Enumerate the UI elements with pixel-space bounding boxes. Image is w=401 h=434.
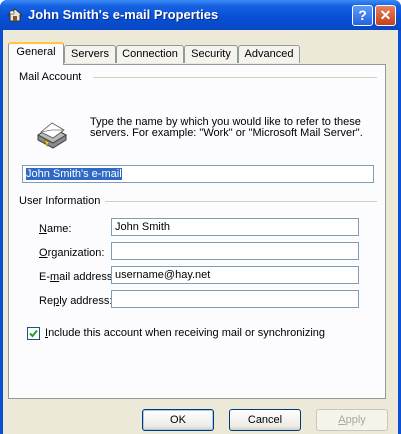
account-name-value: John Smith's e-mail bbox=[26, 168, 122, 180]
title-bar[interactable]: John Smith's e-mail Properties ? ✕ bbox=[0, 0, 401, 30]
mail-account-title-icon bbox=[7, 8, 23, 22]
email-address-label: E-mail address: bbox=[39, 271, 116, 283]
mail-account-description: Type the name by which you would like to… bbox=[90, 116, 363, 139]
reply-address-input[interactable] bbox=[111, 290, 359, 308]
mail-account-icon bbox=[36, 122, 68, 149]
window-title: John Smith's e-mail Properties bbox=[28, 7, 219, 22]
help-button[interactable]: ? bbox=[352, 5, 373, 26]
properties-dialog: John Smith's e-mail Properties ? ✕ Gener… bbox=[0, 0, 401, 434]
general-tab-panel: Mail Account Type the name by which you … bbox=[8, 64, 386, 399]
checkmark-icon bbox=[29, 329, 38, 338]
tab-general[interactable]: General bbox=[8, 42, 64, 65]
include-account-checkbox[interactable] bbox=[27, 327, 40, 340]
name-input[interactable]: John Smith bbox=[111, 218, 359, 236]
tab-servers[interactable]: Servers bbox=[64, 45, 116, 63]
ok-button[interactable]: OK bbox=[142, 409, 214, 431]
tab-security[interactable]: Security bbox=[184, 45, 238, 63]
tab-label: Servers bbox=[71, 48, 109, 60]
tab-label: Advanced bbox=[244, 48, 294, 60]
group-divider bbox=[105, 201, 377, 202]
apply-button[interactable]: Apply bbox=[316, 409, 388, 431]
tab-connection[interactable]: Connection bbox=[116, 45, 184, 63]
tab-label: General bbox=[16, 46, 56, 58]
tab-label: Security bbox=[191, 48, 231, 60]
organization-label: Organization: bbox=[39, 247, 105, 259]
email-address-input[interactable]: username@hay.net bbox=[111, 266, 359, 284]
cancel-button[interactable]: Cancel bbox=[229, 409, 301, 431]
include-account-label[interactable]: Include this account when receiving mail… bbox=[45, 327, 325, 339]
group-divider bbox=[93, 77, 377, 78]
account-name-input[interactable]: John Smith's e-mail bbox=[22, 165, 374, 183]
organization-input[interactable] bbox=[111, 242, 359, 260]
dialog-client-area: General Servers Connection Security Adva… bbox=[3, 30, 398, 434]
close-button[interactable]: ✕ bbox=[375, 5, 396, 26]
tab-label: Connection bbox=[122, 48, 178, 60]
user-information-group-label: User Information bbox=[19, 195, 101, 207]
reply-address-label: Reply address: bbox=[39, 295, 113, 307]
name-label: Name: bbox=[39, 223, 72, 235]
tab-advanced[interactable]: Advanced bbox=[238, 45, 300, 63]
mail-account-group-label: Mail Account bbox=[19, 71, 82, 83]
